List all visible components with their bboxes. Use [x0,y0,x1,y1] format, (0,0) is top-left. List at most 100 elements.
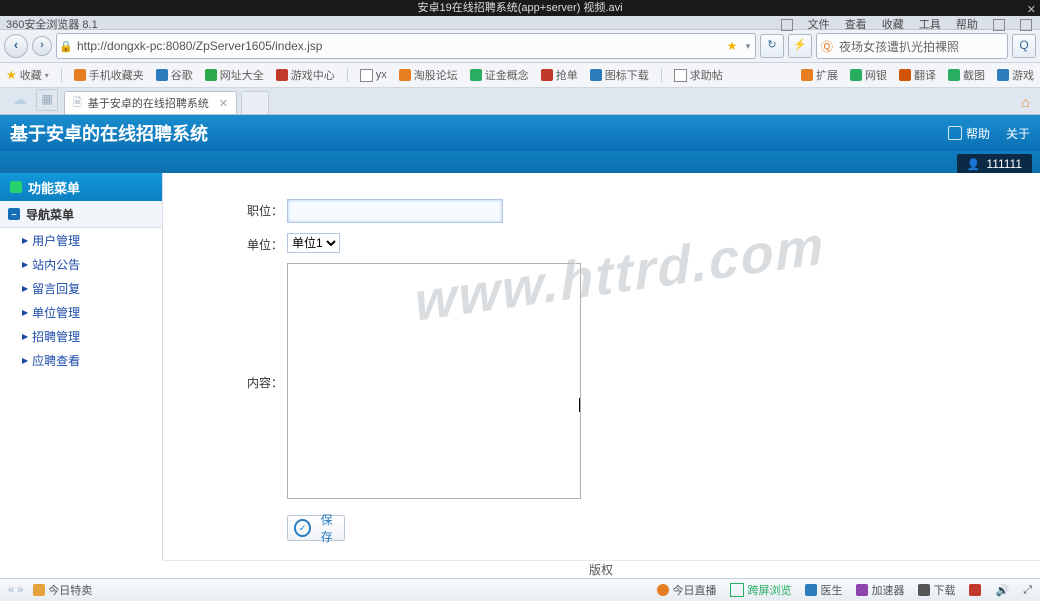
toolbar-game[interactable]: 游戏 [997,67,1034,83]
url-dropdown-icon[interactable]: ▾ [741,41,755,52]
user-chip[interactable]: 👤 111111 [957,154,1032,174]
screenshot-icon [948,69,960,81]
sale-icon [33,584,45,596]
status-right: 今日直播 跨屏浏览 医生 加速器 下载 🔊 ⤢ [657,582,1032,598]
browser-menu-trail-icon2[interactable] [1020,19,1032,31]
user-icon: 👤 [967,158,981,171]
accel-icon [856,584,868,596]
bookmark-item[interactable]: 网址大全 [205,67,264,83]
speeddial-icon[interactable]: ▦ [36,89,58,111]
favorite-star-icon[interactable]: ★ [723,39,741,53]
triangle-icon: ▶ [22,332,28,341]
help-link[interactable]: 帮助 [948,125,990,142]
bookmark-item[interactable]: 淘股论坛 [399,67,458,83]
status-accel[interactable]: 加速器 [856,582,904,598]
status-download[interactable]: 下载 [918,582,955,598]
sidebar-item-notice[interactable]: ▶站内公告 [0,252,162,276]
bookmarks-fav[interactable]: ★收藏▾ [6,67,49,83]
check-circle-icon: ✓ [294,519,311,537]
search-box[interactable]: Ⓠ [816,33,1008,59]
bookmarks-right: 扩展 网银 翻译 截图 游戏 [801,67,1034,83]
bookmark-item[interactable]: 谷歌 [156,67,193,83]
sidebar-item-unit[interactable]: ▶单位管理 [0,300,162,324]
sidebar-item-apply[interactable]: ▶应聘查看 [0,348,162,372]
toolbar-translate[interactable]: 翻译 [899,67,936,83]
active-tab[interactable]: 🗎 基于安卓的在线招聘系统 ✕ [64,91,237,114]
browser-menu-view[interactable]: 查看 [845,16,867,32]
game-icon [997,69,1009,81]
bookmark-item[interactable]: 抢单 [541,67,578,83]
bookmark-item[interactable]: 手机收藏夹 [74,67,144,83]
status-zoom-icon[interactable]: ⤢ [1023,584,1032,597]
flag-icon [969,584,981,596]
about-link[interactable]: 关于 [1006,125,1030,142]
separator [61,68,62,82]
browser-brand: 360安全浏览器 8.1 [6,16,98,32]
bookmarks-bar: ★收藏▾ 手机收藏夹 谷歌 网址大全 游戏中心 yx 淘股论坛 证金概念 抢单 … [0,63,1040,88]
nav-forward-button[interactable]: › [32,36,52,56]
sidebar: 功能菜单 – 导航菜单 ▶用户管理 ▶站内公告 ▶留言回复 ▶单位管理 ▶招聘管… [0,173,163,561]
sidebar-item-message[interactable]: ▶留言回复 [0,276,162,300]
bookmark-item[interactable]: 游戏中心 [276,67,335,83]
browser-menu-help[interactable]: 帮助 [956,16,978,32]
home-icon[interactable]: ⌂ [1022,94,1030,110]
unit-select[interactable]: 单位1 [287,233,340,253]
bookmark-icon [360,69,373,82]
save-button[interactable]: ✓ 保存 [287,515,345,541]
toolbar-bank[interactable]: 网银 [850,67,887,83]
triangle-icon: ▶ [22,260,28,269]
search-input[interactable] [837,38,1007,54]
reload-button[interactable]: ↻ [760,34,784,58]
browser-top-bar: 360安全浏览器 8.1 文件 查看 收藏 工具 帮助 [0,16,1040,30]
cloud-icon[interactable]: ☁ [10,91,30,111]
search-go-button[interactable]: Q [1012,34,1036,58]
status-crossscreen[interactable]: 跨屏浏览 [730,582,791,598]
status-chevrons[interactable]: « » [8,584,23,596]
browser-menu-fav[interactable]: 收藏 [882,16,904,32]
live-icon [657,584,669,596]
app-header-links: 帮助 关于 [948,125,1030,142]
bookmark-icon [399,69,411,81]
address-box[interactable]: 🔒 ★ ▾ [56,33,756,59]
app-title: 基于安卓的在线招聘系统 [10,120,208,146]
form-row-unit: 单位： 单位1 [223,233,1040,253]
flash-button[interactable]: ⚡ [788,34,812,58]
status-more[interactable] [969,584,981,596]
unit-label: 单位： [223,233,287,253]
toolbar-extension[interactable]: 扩展 [801,67,838,83]
sidebar-item-users[interactable]: ▶用户管理 [0,228,162,252]
bookmark-item[interactable]: yx [360,69,387,82]
status-today-sale[interactable]: 今日特卖 [33,582,92,598]
status-live[interactable]: 今日直播 [657,582,716,598]
sidebar-title: 功能菜单 [0,173,162,201]
lock-icon: 🔒 [57,40,75,53]
position-input[interactable] [287,199,503,223]
nav-back-button[interactable]: ‹ [4,34,28,58]
bookmark-item[interactable]: 证金概念 [470,67,529,83]
status-sound-icon[interactable]: 🔊 [995,584,1009,597]
status-left: « » 今日特卖 [8,582,92,598]
status-doctor[interactable]: 医生 [805,582,842,598]
sidebar-group[interactable]: – 导航菜单 [0,201,162,228]
tab-close-icon[interactable]: ✕ [219,97,228,110]
url-input[interactable] [75,38,723,54]
bookmark-item[interactable]: 图标下载 [590,67,649,83]
separator [347,68,348,82]
content-label: 内容： [223,371,287,391]
bookmark-icon [470,69,482,81]
toolbar-screenshot[interactable]: 截图 [948,67,985,83]
content-panel: www.httrd.com 职位： 单位： 单位1 内容： ✓ 保存 [163,173,1040,561]
browser-menu-file[interactable]: 文件 [808,16,830,32]
minus-icon: – [8,208,20,220]
sidebar-item-recruit[interactable]: ▶招聘管理 [0,324,162,348]
bookmark-item[interactable]: 求助帖 [674,67,723,83]
separator [661,68,662,82]
search-engine-icon[interactable]: Ⓠ [817,38,837,55]
content-textarea[interactable] [287,263,581,499]
translate-icon [899,69,911,81]
position-label: 职位： [223,199,287,219]
browser-menu-tools[interactable]: 工具 [919,16,941,32]
browser-menu-trail-icon[interactable] [993,19,1005,31]
new-tab-button[interactable] [241,91,269,114]
browser-menu-icon[interactable] [781,19,793,31]
